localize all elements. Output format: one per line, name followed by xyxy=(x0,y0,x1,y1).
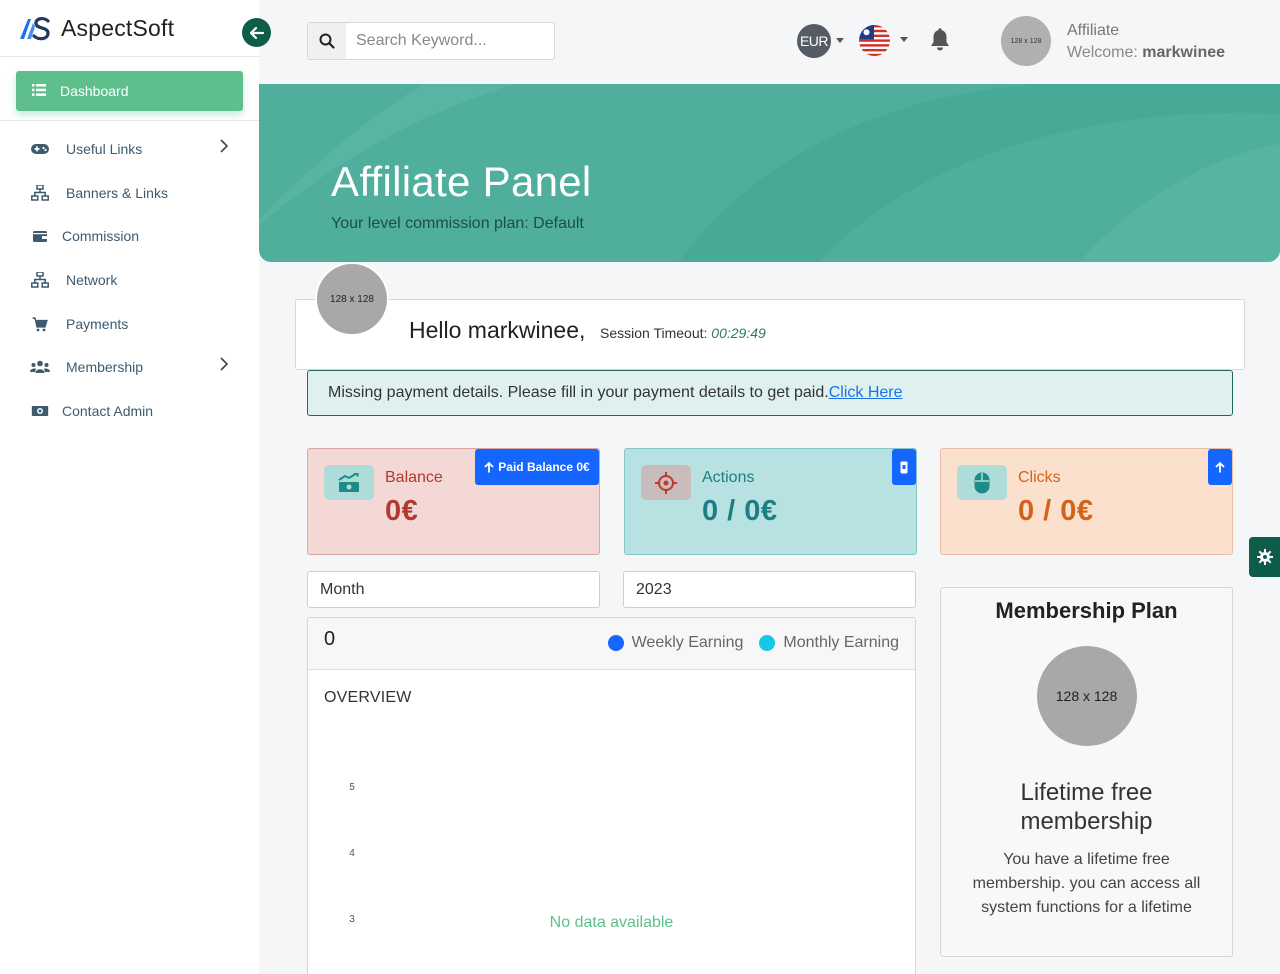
actions-label: Actions xyxy=(702,469,755,486)
arrow-up-icon xyxy=(484,461,494,472)
search-input[interactable] xyxy=(346,32,546,50)
money-icon xyxy=(30,405,50,417)
caret-down-icon xyxy=(836,38,844,43)
balance-value: 0€ xyxy=(385,495,419,527)
chevron-right-icon xyxy=(220,139,229,156)
membership-plan-card: Membership Plan 128 x 128 Lifetime free … xyxy=(940,587,1233,957)
sidebar-item-dashboard[interactable]: Dashboard xyxy=(16,71,243,111)
page-title: Affiliate Panel xyxy=(331,158,592,205)
brand-logo-icon xyxy=(20,17,50,41)
click-here-link[interactable]: Click Here xyxy=(829,384,903,402)
clicks-value: 0 / 0€ xyxy=(1018,495,1094,527)
crosshairs-icon xyxy=(641,465,691,500)
avatar: 128 x 128 xyxy=(315,262,389,336)
membership-description: You have a lifetime free membership. you… xyxy=(972,851,1201,916)
sitemap-icon xyxy=(30,272,50,288)
user-welcome[interactable]: Welcome: markwinee xyxy=(1067,44,1225,62)
user-avatar[interactable]: 128 x 128 xyxy=(1001,16,1051,66)
membership-avatar: 128 x 128 xyxy=(1036,646,1137,746)
legend-item-weekly[interactable]: Weekly Earning xyxy=(607,634,744,652)
session-timeout: Session Timeout: 00:29:49 xyxy=(600,325,766,341)
sidebar-item-payments[interactable]: Payments xyxy=(30,316,240,332)
sidebar-collapse-button[interactable] xyxy=(242,18,271,47)
period-select[interactable]: Month xyxy=(307,571,600,608)
sidebar-item-label: Banners & Links xyxy=(66,185,168,201)
payment-alert: Missing payment details. Please fill in … xyxy=(307,370,1233,416)
arrow-up-icon xyxy=(1215,461,1225,472)
legend-label: Monthly Earning xyxy=(783,634,899,651)
legend-item-monthly[interactable]: Monthly Earning xyxy=(759,634,899,652)
sitemap-icon xyxy=(30,185,50,201)
no-data-message: No data available xyxy=(549,914,674,931)
brand[interactable]: AspectSoft xyxy=(18,12,174,44)
legend-dot-weekly xyxy=(607,635,624,651)
greeting-text: Hello markwinee, xyxy=(409,317,586,343)
settings-button[interactable] xyxy=(1249,537,1280,577)
sidebar-item-label: Payments xyxy=(66,316,129,332)
clicks-card: Clicks 0 / 0€ xyxy=(940,448,1233,555)
chevron-right-icon xyxy=(220,357,229,374)
sidebar-item-label: Dashboard xyxy=(60,83,129,99)
sidebar-item-label: Membership xyxy=(66,359,144,375)
session-value: 00:29:49 xyxy=(711,325,766,341)
sidebar-item-banners-links[interactable]: Banners & Links xyxy=(30,185,240,201)
earnings-chart-card: 0 Weekly Earning Monthly Earning OVERVIE… xyxy=(307,617,916,974)
mobile-icon xyxy=(900,461,908,473)
sidebar-item-commission[interactable]: Commission xyxy=(30,228,240,244)
alert-text: Missing payment details. Please fill in … xyxy=(328,384,829,401)
y-tick-label: 5 xyxy=(349,782,355,793)
sidebar-item-network[interactable]: Network xyxy=(30,272,240,288)
gear-icon xyxy=(1256,549,1273,565)
caret-down-icon xyxy=(900,37,908,42)
divider xyxy=(0,56,259,57)
user-role: Affiliate xyxy=(1067,22,1120,39)
sidebar-item-membership[interactable]: Membership xyxy=(30,357,240,375)
clicks-label: Clicks xyxy=(1018,469,1061,486)
arrow-left-icon xyxy=(249,26,264,39)
welcome-label: Welcome: xyxy=(1067,44,1138,61)
mouse-icon xyxy=(957,465,1007,500)
search-icon[interactable] xyxy=(308,23,346,59)
legend-dot-monthly xyxy=(759,635,776,651)
language-flag-icon[interactable] xyxy=(859,25,890,56)
year-select[interactable]: 2023 xyxy=(623,571,916,608)
page-banner: Affiliate Panel Your level commission pl… xyxy=(259,84,1280,262)
actions-card: Actions 0 / 0€ xyxy=(624,448,917,555)
session-label: Session Timeout: xyxy=(600,325,708,341)
chart-legend: Weekly Earning Monthly Earning xyxy=(592,634,899,652)
legend-label: Weekly Earning xyxy=(631,634,744,651)
username: markwinee xyxy=(1142,44,1226,61)
divider xyxy=(0,120,259,121)
cart-icon xyxy=(30,316,50,332)
users-icon xyxy=(30,360,50,374)
y-tick-label: 4 xyxy=(349,848,355,859)
chart-money-icon xyxy=(324,465,374,500)
list-icon xyxy=(32,83,46,99)
chart-total: 0 xyxy=(324,628,336,650)
sidebar-item-contact-admin[interactable]: Contact Admin xyxy=(30,403,240,419)
currency-selector[interactable]: EUR xyxy=(797,24,831,58)
sidebar: AspectSoft Dashboard Useful Links Banner… xyxy=(0,0,259,974)
sidebar-item-label: Network xyxy=(66,272,118,288)
balance-card: Balance 0€ Paid Balance 0€ xyxy=(307,448,600,555)
balance-label: Balance xyxy=(385,469,443,486)
paid-balance-label: Paid Balance 0€ xyxy=(498,460,590,474)
sidebar-item-label: Useful Links xyxy=(66,141,143,157)
commission-plan-text: Your level commission plan: Default xyxy=(331,215,584,232)
wallet-icon xyxy=(30,230,50,243)
membership-title: Membership Plan xyxy=(995,598,1178,623)
chart-header: 0 Weekly Earning Monthly Earning xyxy=(308,618,915,670)
notification-bell-icon[interactable] xyxy=(929,28,951,57)
search-box xyxy=(307,22,555,60)
clicks-detail-button[interactable] xyxy=(1208,449,1232,485)
sidebar-item-label: Contact Admin xyxy=(62,403,154,419)
actions-detail-button[interactable] xyxy=(892,449,916,485)
membership-plan-name: Lifetime free membership xyxy=(1020,779,1153,835)
gamepad-icon xyxy=(30,143,50,155)
sidebar-item-label: Commission xyxy=(62,228,140,244)
paid-balance-button[interactable]: Paid Balance 0€ xyxy=(475,449,599,485)
sidebar-item-useful-links[interactable]: Useful Links xyxy=(30,139,240,157)
actions-value: 0 / 0€ xyxy=(702,495,778,527)
brand-name: AspectSoft xyxy=(61,14,175,41)
